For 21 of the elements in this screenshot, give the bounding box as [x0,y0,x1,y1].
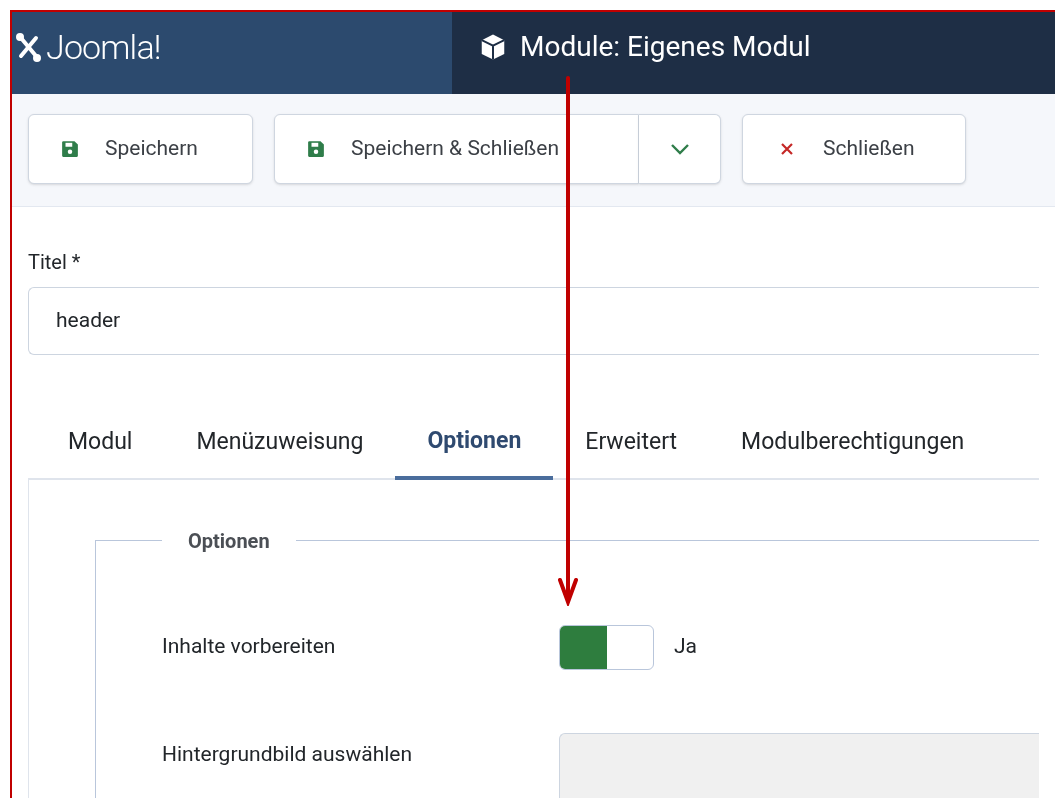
close-button[interactable]: Schließen [742,114,966,184]
toggle-value: Ja [674,633,697,661]
save-button[interactable]: Speichern [28,114,253,184]
page-title: Module: Eigenes Modul [520,29,811,65]
tab[interactable]: Erweitert [553,407,710,478]
field-label: Hintergrundbild auswählen [162,741,414,769]
title-input[interactable]: header [28,287,1039,355]
close-icon [779,141,795,157]
field-label: Inhalte vorbereiten [162,633,337,661]
tab[interactable]: Menüzuweisung [164,407,396,478]
joomla-logo-icon [16,32,42,62]
image-input-field[interactable] [559,733,1039,798]
chevron-down-icon [668,142,691,156]
toggle-switch[interactable] [559,624,654,670]
tab[interactable]: Modul [36,407,165,478]
tab[interactable]: Modulberechtigungen [709,407,997,478]
logo-text: Joomla! [46,30,161,64]
save-and-close-button[interactable]: Speichern & Schließen [274,114,639,184]
dropdown-toggle-button[interactable] [639,114,721,184]
field-label: Titel * [28,249,82,276]
tab[interactable]: Optionen [395,407,554,480]
